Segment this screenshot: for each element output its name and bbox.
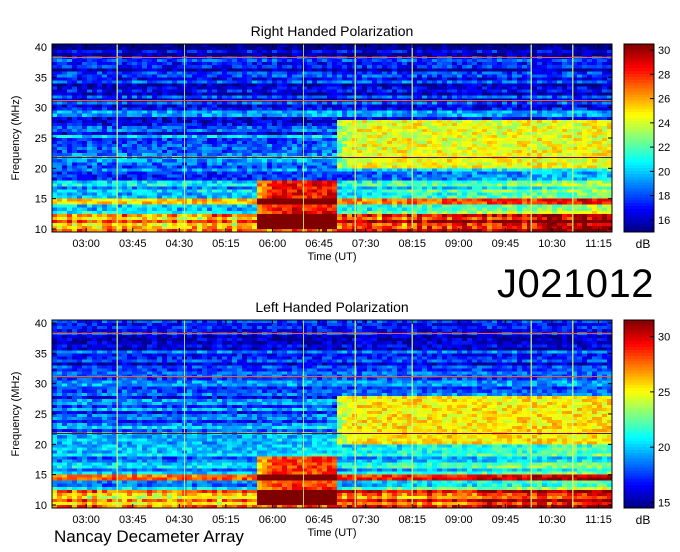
spectrogram-panel: Right Handed Polarization10152025303540F… [10,23,670,263]
panel-title: Right Handed Polarization [251,23,414,39]
heatmap-image [52,44,613,233]
